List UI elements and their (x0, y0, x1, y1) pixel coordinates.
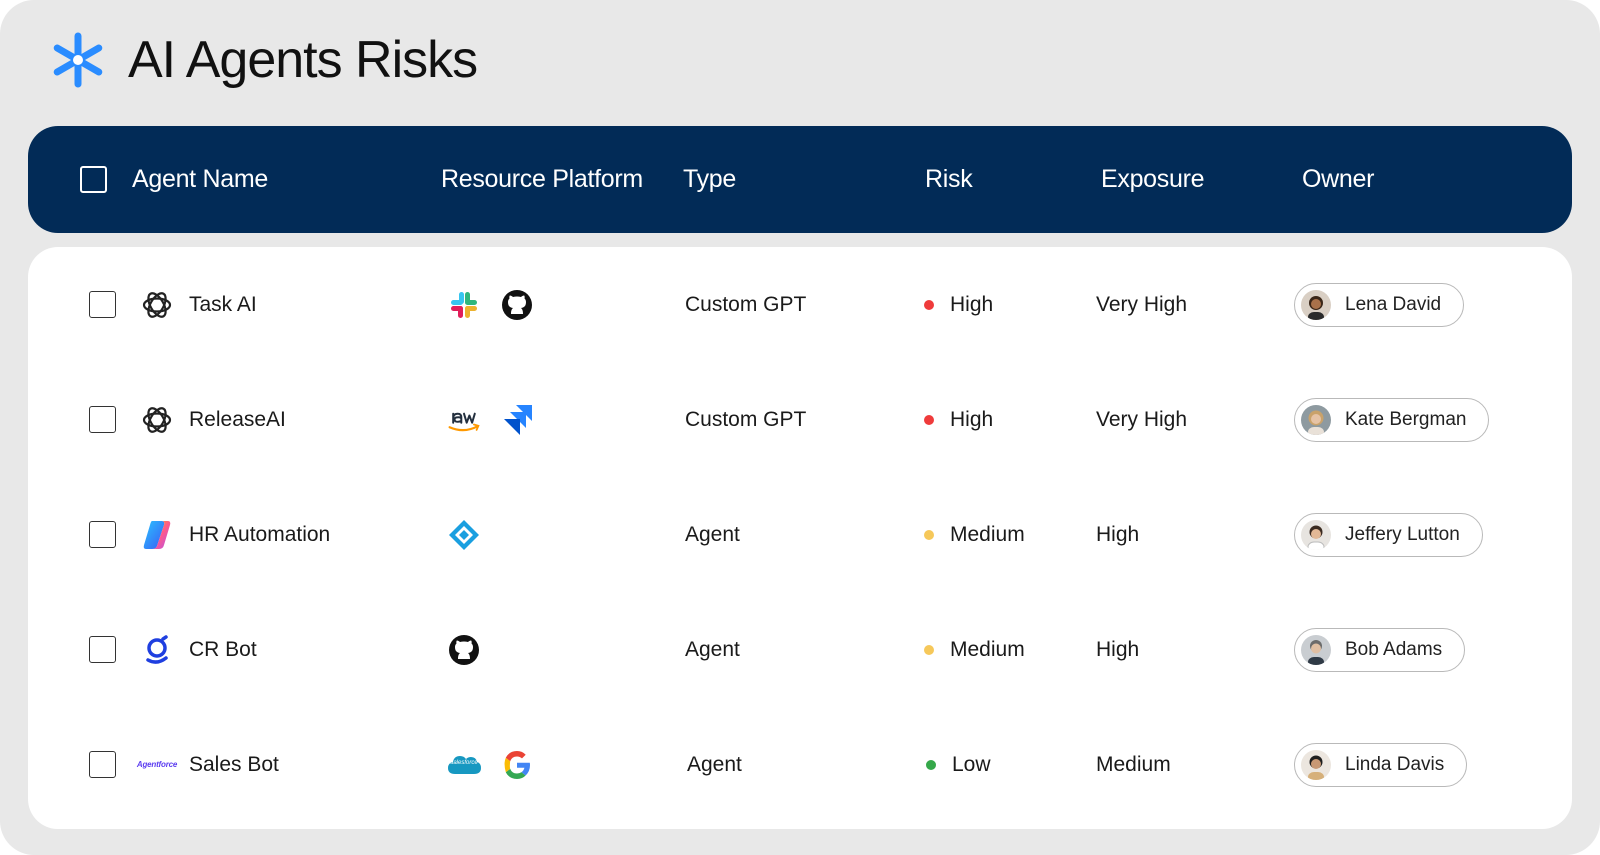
avatar (1301, 404, 1331, 435)
risk-text: High (950, 407, 994, 431)
resource-platform-cell (446, 477, 499, 592)
owner-cell: Linda Davis (1294, 707, 1468, 822)
exposure-cell: Very High (1096, 292, 1188, 316)
owner-cell: Kate Bergman (1294, 362, 1490, 477)
row-checkbox[interactable] (89, 636, 116, 663)
asterisk-icon (53, 32, 103, 88)
exposure-cell: Medium (1096, 752, 1171, 776)
risk-cell: Low (926, 707, 991, 822)
type-cell: Custom GPT (685, 407, 807, 431)
exposure-cell: Very High (1096, 407, 1188, 431)
row-checkbox[interactable] (89, 406, 116, 433)
table-row[interactable]: Agentforce Sales Bot salesforce Agent Lo… (28, 707, 1572, 822)
agent-name-cell: HR Automation (140, 477, 330, 592)
owner-cell: Jeffery Lutton (1294, 477, 1483, 592)
owner-pill[interactable]: Kate Bergman (1294, 397, 1490, 442)
agent-name-text: HR Automation (189, 522, 331, 546)
resource-platform-cell (446, 362, 552, 477)
type-cell: Agent (685, 522, 740, 546)
owner-name: Lena David (1345, 293, 1442, 315)
risk-cell: Medium (924, 592, 1025, 707)
type-cell: Agent (685, 637, 740, 661)
resource-platform-cell (446, 592, 499, 707)
salesforce-icon: salesforce (446, 747, 482, 783)
avatar (1301, 289, 1331, 320)
agent-name-text: Task AI (189, 292, 257, 316)
agent-name-text: Sales Bot (189, 752, 279, 776)
resource-platform-cell: salesforce (446, 707, 552, 822)
cr-bot-icon (140, 633, 174, 667)
exposure-cell: High (1096, 522, 1140, 546)
azure-devops-icon (446, 517, 482, 553)
avatar (1301, 519, 1331, 550)
agent-name-text: CR Bot (189, 637, 257, 661)
agent-name-cell: CR Bot (140, 592, 257, 707)
owner-pill[interactable]: Linda Davis (1294, 742, 1468, 787)
owner-name: Kate Bergman (1345, 408, 1467, 430)
owner-pill[interactable]: Lena David (1294, 282, 1465, 327)
copilot-icon (140, 518, 174, 552)
page-title: AI Agents Risks (128, 31, 478, 89)
table-row[interactable]: Task AI Custom GPT High Very High Lena D… (28, 247, 1572, 362)
github-icon (499, 287, 535, 323)
risk-text: Medium (950, 637, 1025, 661)
column-header-agent-name[interactable]: Agent Name (132, 126, 268, 233)
column-header-owner[interactable]: Owner (1302, 126, 1374, 233)
risk-indicator-dot (926, 759, 936, 770)
table-header: Agent Name Resource Platform Type Risk E… (28, 126, 1572, 233)
table-row[interactable]: HR Automation Agent Medium High Jeffery … (28, 477, 1572, 592)
owner-pill[interactable]: Bob Adams (1294, 627, 1466, 672)
select-all-checkbox[interactable] (80, 166, 107, 193)
google-icon (499, 747, 535, 783)
salesforce-logo-text: salesforce (450, 759, 478, 766)
jira-icon (499, 402, 535, 438)
risk-text: Medium (950, 522, 1025, 546)
agent-name-text: ReleaseAI (189, 407, 286, 431)
avatar (1301, 749, 1331, 780)
aws-icon (446, 402, 482, 438)
owner-cell: Bob Adams (1294, 592, 1466, 707)
risk-text: High (950, 292, 994, 316)
row-checkbox[interactable] (89, 291, 116, 318)
column-header-type[interactable]: Type (683, 126, 736, 233)
title-row: AI Agents Risks (50, 28, 478, 92)
slack-icon (446, 287, 482, 323)
agentforce-logo-text: Agentforce (136, 760, 178, 769)
agent-name-cell: Agentforce Sales Bot (136, 707, 279, 822)
owner-pill[interactable]: Jeffery Lutton (1294, 512, 1483, 557)
risk-indicator-dot (924, 529, 934, 540)
risk-indicator-dot (924, 414, 934, 425)
owner-name: Jeffery Lutton (1345, 523, 1460, 545)
app-frame: AI Agents Risks Agent Name Resource Plat… (0, 0, 1600, 855)
risk-cell: High (924, 362, 993, 477)
row-checkbox[interactable] (89, 521, 116, 548)
openai-icon (140, 403, 174, 437)
type-cell: Custom GPT (685, 292, 807, 316)
openai-icon (140, 288, 174, 322)
column-header-exposure[interactable]: Exposure (1101, 126, 1205, 233)
risk-cell: High (924, 247, 993, 362)
risk-cell: Medium (924, 477, 1025, 592)
owner-name: Bob Adams (1345, 638, 1443, 660)
table-body: Task AI Custom GPT High Very High Lena D… (28, 247, 1572, 829)
avatar (1301, 634, 1331, 665)
resource-platform-cell (446, 247, 552, 362)
risk-indicator-dot (924, 644, 934, 655)
agentforce-icon: Agentforce (136, 748, 178, 782)
agent-name-cell: Task AI (140, 247, 257, 362)
type-cell: Agent (687, 752, 742, 776)
row-checkbox[interactable] (89, 751, 116, 778)
owner-cell: Lena David (1294, 247, 1465, 362)
table-row[interactable]: CR Bot Agent Medium High Bob Adams (28, 592, 1572, 707)
github-icon (446, 632, 482, 668)
risk-text: Low (952, 752, 991, 776)
risk-indicator-dot (924, 299, 934, 310)
column-header-risk[interactable]: Risk (925, 126, 973, 233)
exposure-cell: High (1096, 637, 1140, 661)
table-row[interactable]: ReleaseAI Custom GPT High Very High Kate… (28, 362, 1572, 477)
agent-name-cell: ReleaseAI (140, 362, 286, 477)
owner-name: Linda Davis (1345, 753, 1445, 775)
column-header-resource-platform[interactable]: Resource Platform (441, 126, 643, 233)
